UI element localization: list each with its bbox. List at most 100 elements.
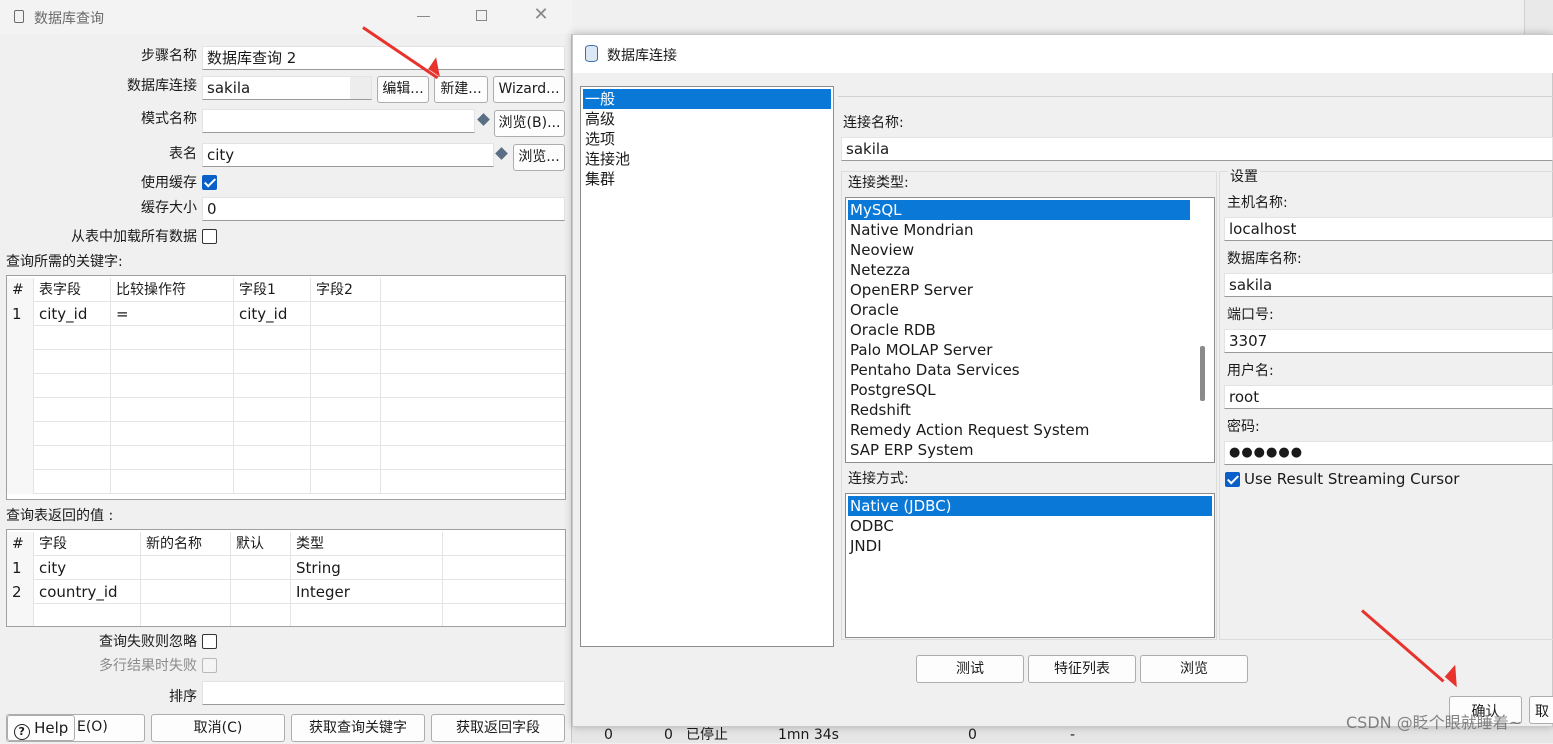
cancel-connection-button[interactable]: 取: [1529, 696, 1553, 724]
access-method-item[interactable]: JNDI: [848, 536, 1212, 556]
step-name-label: 步骤名称: [141, 48, 197, 64]
port-input[interactable]: 3307: [1224, 329, 1553, 353]
table-row[interactable]: 2 country_id Integer: [7, 580, 565, 604]
load-all-checkbox[interactable]: [202, 229, 217, 244]
get-keys-button[interactable]: 获取查询关键字: [291, 714, 425, 742]
browse-table-button[interactable]: 浏览...: [513, 144, 565, 171]
header-cell[interactable]: 默认: [231, 532, 291, 556]
connection-type-list[interactable]: MySQL Native Mondrian Neoview Netezza Op…: [845, 197, 1215, 463]
header-cell[interactable]: 新的名称: [141, 532, 231, 556]
table-row[interactable]: [7, 422, 565, 446]
cancel-button[interactable]: 取消(C): [151, 714, 285, 742]
multi-fail-label: 多行结果时失败: [99, 658, 197, 674]
step-name-input[interactable]: 数据库查询 2: [202, 46, 565, 70]
conn-type-item[interactable]: PostgreSQL: [848, 380, 1212, 400]
table-cell[interactable]: city_id: [34, 302, 111, 326]
sort-input[interactable]: [202, 681, 565, 705]
wizard-button[interactable]: Wizard...: [493, 76, 565, 103]
table-cell[interactable]: [141, 580, 231, 604]
nav-item-general[interactable]: 一般: [583, 89, 831, 109]
use-cache-checkbox[interactable]: [202, 175, 217, 190]
minimize-icon[interactable]: [417, 16, 430, 17]
nav-item-pooling[interactable]: 连接池: [583, 149, 831, 169]
table-cell[interactable]: [311, 302, 381, 326]
table-row[interactable]: [7, 604, 565, 626]
fail-ignore-checkbox[interactable]: [202, 634, 217, 649]
table-cell[interactable]: [141, 556, 231, 580]
get-return-fields-button[interactable]: 获取返回字段: [431, 714, 565, 742]
connection-titlebar[interactable]: 数据库连接: [573, 35, 1553, 73]
password-input[interactable]: ●●●●●●: [1224, 441, 1553, 465]
table-name-input[interactable]: city: [202, 143, 494, 167]
schema-name-input[interactable]: [202, 109, 475, 133]
table-row[interactable]: [7, 350, 565, 374]
close-icon[interactable]: ✕: [532, 6, 550, 24]
table-cell[interactable]: country_id: [34, 580, 141, 604]
edit-connection-button[interactable]: 编辑...: [377, 76, 429, 103]
new-connection-button[interactable]: 新建...: [434, 76, 488, 103]
table-cell[interactable]: Integer: [291, 580, 443, 604]
conn-type-item[interactable]: Redshift: [848, 400, 1212, 420]
schema-name-label: 模式名称: [141, 111, 197, 127]
header-cell[interactable]: 类型: [291, 532, 443, 556]
database-name-input[interactable]: sakila: [1224, 273, 1553, 297]
nav-item-options[interactable]: 选项: [583, 129, 831, 149]
dropdown-icon[interactable]: [350, 77, 371, 99]
conn-type-item[interactable]: Pentaho Data Services: [848, 360, 1212, 380]
ok-button-label: E(O): [77, 719, 108, 735]
table-cell[interactable]: String: [291, 556, 443, 580]
access-method-list[interactable]: Native (JDBC) ODBC JNDI: [845, 493, 1215, 638]
table-cell[interactable]: city: [34, 556, 141, 580]
header-cell[interactable]: 表字段: [34, 278, 111, 302]
host-name-input[interactable]: localhost: [1224, 217, 1553, 241]
db-connection-select[interactable]: sakila: [202, 76, 372, 100]
conn-type-item[interactable]: Palo MOLAP Server: [848, 340, 1212, 360]
settings-nav-list[interactable]: 一般 高级 选项 连接池 集群: [580, 86, 834, 647]
database-icon: [585, 45, 598, 62]
conn-type-item[interactable]: Native Mondrian: [848, 220, 1212, 240]
table-row[interactable]: [7, 398, 565, 422]
return-values-table[interactable]: # 字段 新的名称 默认 类型 1 city String 2 country_…: [6, 529, 566, 627]
streaming-cursor-checkbox[interactable]: [1225, 472, 1240, 487]
table-cell[interactable]: =: [111, 302, 234, 326]
conn-type-item[interactable]: Neoview: [848, 240, 1212, 260]
connection-name-input[interactable]: sakila: [841, 137, 1553, 161]
cache-size-input[interactable]: 0: [202, 197, 565, 221]
variable-icon: [477, 113, 490, 126]
test-button[interactable]: 测试: [916, 655, 1024, 683]
table-row[interactable]: 1 city_id = city_id: [7, 302, 565, 326]
maximize-icon[interactable]: [476, 10, 487, 21]
browse-button[interactable]: 浏览: [1140, 655, 1248, 683]
scrollbar-thumb[interactable]: [1200, 346, 1205, 401]
conn-type-item[interactable]: Remedy Action Request System: [848, 420, 1212, 440]
conn-type-item[interactable]: SAP ERP System: [848, 440, 1212, 460]
access-method-item[interactable]: Native (JDBC): [848, 496, 1212, 516]
conn-type-item[interactable]: Netezza: [848, 260, 1212, 280]
browse-schema-button[interactable]: 浏览(B)...: [494, 110, 565, 137]
table-row[interactable]: [7, 446, 565, 470]
header-cell[interactable]: 字段1: [234, 278, 311, 302]
table-row[interactable]: 1 city String: [7, 556, 565, 580]
access-method-item[interactable]: ODBC: [848, 516, 1212, 536]
nav-item-advanced[interactable]: 高级: [583, 109, 831, 129]
keys-table[interactable]: # 表字段 比较操作符 字段1 字段2 1 city_id = city_id: [6, 275, 566, 500]
table-row[interactable]: [7, 470, 565, 494]
header-cell[interactable]: 字段: [34, 532, 141, 556]
table-cell[interactable]: [231, 556, 291, 580]
table-row[interactable]: [7, 326, 565, 350]
feature-list-button[interactable]: 特征列表: [1028, 655, 1136, 683]
conn-type-item[interactable]: Oracle RDB: [848, 320, 1212, 340]
username-input[interactable]: root: [1224, 385, 1553, 409]
table-cell[interactable]: city_id: [234, 302, 311, 326]
conn-type-item[interactable]: OpenERP Server: [848, 280, 1212, 300]
header-cell[interactable]: 比较操作符: [111, 278, 234, 302]
table-row[interactable]: [7, 374, 565, 398]
watermark: CSDN @眨个眼就睡着~: [1346, 713, 1523, 732]
query-titlebar[interactable]: 数据库查询 ✕: [0, 0, 572, 34]
nav-item-cluster[interactable]: 集群: [583, 169, 831, 189]
table-cell[interactable]: [231, 580, 291, 604]
header-cell[interactable]: 字段2: [311, 278, 381, 302]
conn-type-item[interactable]: MySQL: [848, 200, 1190, 220]
conn-type-item[interactable]: Oracle: [848, 300, 1212, 320]
help-button[interactable]: ? Help: [7, 715, 75, 741]
